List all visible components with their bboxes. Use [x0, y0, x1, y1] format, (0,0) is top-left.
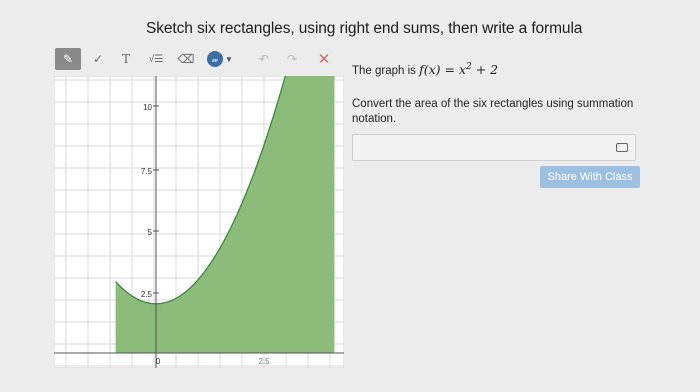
pencil-icon: ✎ — [62, 52, 74, 66]
graph-canvas[interactable]: 10 7.5 5 2.5 0 2.5 — [54, 76, 344, 368]
graph-function-tool-button[interactable]: 𝓌 ▼ — [203, 48, 237, 70]
eraser-icon: ⌫ — [177, 52, 195, 66]
clear-button[interactable]: ✕ — [311, 48, 337, 70]
eraser-tool-button[interactable]: ⌫ — [173, 48, 199, 70]
graph-function-icon: 𝓌 — [207, 51, 224, 67]
page-title: Sketch six rectangles, using right end s… — [146, 20, 583, 37]
x-tick-label: 0 — [156, 357, 161, 366]
sqrt-tool-button[interactable]: √☰ — [143, 48, 169, 70]
undo-button[interactable]: ↶ — [251, 48, 277, 70]
sqrt-tool-icon: √☰ — [148, 53, 164, 65]
checkmark-icon: ✓ — [92, 52, 104, 66]
clear-icon: ✕ — [317, 51, 331, 68]
drawing-toolbar: ✎ ✓ T √☰ ⌫ 𝓌 ▼ ↶ ↷ ✕ — [55, 48, 345, 70]
function-prefix: The graph is — [352, 65, 420, 78]
pencil-tool-button[interactable]: ✎ — [55, 48, 81, 70]
answer-input[interactable] — [352, 134, 636, 161]
y-tick-label: 2.5 — [141, 290, 153, 299]
chevron-down-icon: ▼ — [225, 54, 233, 64]
function-statement: The graph is f(x) = x2 + 2 — [352, 62, 642, 77]
text-tool-button[interactable]: T — [113, 48, 139, 70]
y-tick-label: 7.5 — [141, 167, 153, 176]
y-tick-label: 5 — [148, 228, 153, 237]
function-formula: f(x) = x2 + 2 — [419, 62, 499, 78]
keyboard-icon[interactable] — [616, 143, 628, 152]
question-panel: The graph is f(x) = x2 + 2 Convert the a… — [352, 62, 642, 127]
y-tick-label: 10 — [143, 103, 152, 112]
text-tool-icon: T — [121, 52, 130, 66]
redo-icon: ↷ — [286, 52, 298, 66]
undo-icon: ↶ — [258, 52, 270, 66]
question-prompt: Convert the area of the six rectangles u… — [352, 98, 634, 126]
x-tick-label: 2.5 — [258, 357, 270, 366]
share-with-class-button[interactable]: Share With Class — [540, 166, 640, 188]
checkmark-tool-button[interactable]: ✓ — [85, 48, 111, 70]
redo-button[interactable]: ↷ — [279, 48, 305, 70]
